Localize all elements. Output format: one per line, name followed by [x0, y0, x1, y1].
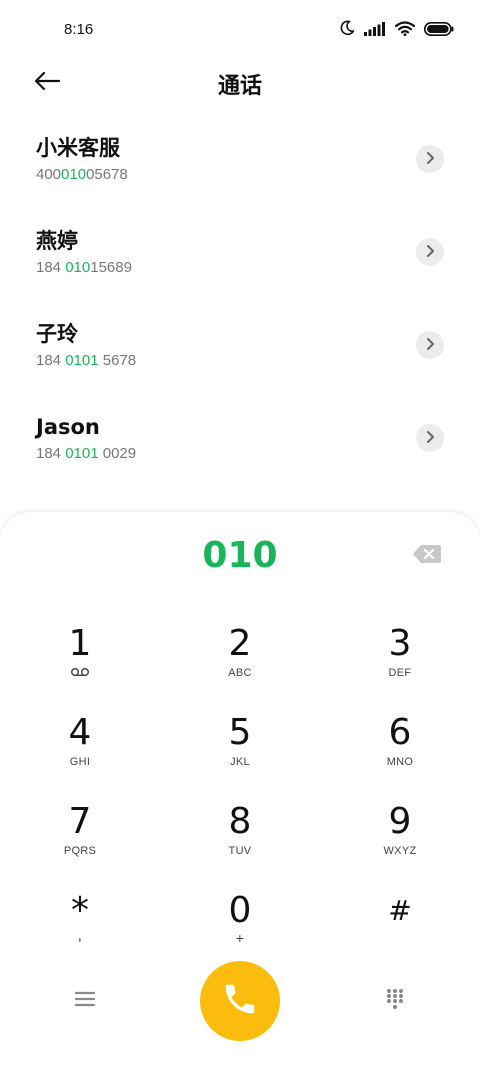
contact-number: 184 0101 0029 — [36, 445, 137, 462]
key-7[interactable]: 7 PQRS — [20, 802, 140, 882]
chevron-right-icon — [425, 429, 435, 448]
dialed-number-display[interactable]: 010 — [0, 532, 480, 580]
dialpad-grid-icon — [385, 988, 405, 1014]
contact-detail-button[interactable] — [416, 424, 444, 452]
dialpad-bottom-bar — [0, 960, 480, 1042]
chevron-right-icon — [425, 336, 435, 355]
contact-name: 燕婷 — [36, 229, 78, 253]
number-match-highlight: 0101 — [65, 445, 99, 462]
contact-item[interactable]: 子玲 184 0101 5678 — [0, 318, 480, 411]
header: 通话 — [0, 62, 480, 104]
wifi-icon — [394, 20, 416, 40]
contact-number: 184 01015689 — [36, 259, 132, 276]
contact-item[interactable]: Jason 184 0101 0029 — [0, 411, 480, 504]
phone-icon — [221, 980, 259, 1022]
key-0[interactable]: 0 + — [180, 891, 300, 971]
key-2[interactable]: 2 ABC — [180, 624, 300, 704]
key-3[interactable]: 3 DEF — [340, 624, 460, 704]
contact-detail-button[interactable] — [416, 145, 444, 173]
backspace-icon — [412, 545, 442, 568]
chevron-right-icon — [425, 243, 435, 262]
voicemail-icon — [70, 668, 90, 680]
contact-list: 小米客服 40001005678 燕婷 184 01015689 子玲 184 … — [0, 132, 480, 504]
page-title: 通话 — [217, 74, 262, 99]
key-star[interactable]: * , — [20, 891, 140, 971]
contact-number: 184 0101 5678 — [36, 352, 137, 369]
key-1[interactable]: 1 — [20, 624, 140, 704]
backspace-button[interactable] — [412, 544, 442, 564]
key-4[interactable]: 4 GHI — [20, 713, 140, 793]
menu-icon — [74, 991, 96, 1011]
key-5[interactable]: 5 JKL — [180, 713, 300, 793]
key-9[interactable]: 9 WXYZ — [340, 802, 460, 882]
battery-icon — [424, 21, 454, 40]
contact-detail-button[interactable] — [416, 331, 444, 359]
signal-icon — [364, 21, 386, 40]
key-6[interactable]: 6 MNO — [340, 713, 460, 793]
dialpad: 010 1 2 ABC 3 DEF 4 GHI 5 JKL 6 MNO 7 PQ… — [0, 512, 480, 1066]
status-icons — [339, 20, 454, 40]
contact-item[interactable]: 燕婷 184 01015689 — [0, 225, 480, 318]
status-bar: 8:16 — [0, 0, 480, 62]
contact-name: 子玲 — [36, 322, 78, 346]
status-time: 8:16 — [64, 21, 94, 38]
call-button[interactable] — [200, 961, 280, 1041]
key-8[interactable]: 8 TUV — [180, 802, 300, 882]
menu-button[interactable] — [68, 984, 102, 1018]
number-match-highlight: 0101 — [65, 352, 99, 369]
number-match-highlight: 010 — [65, 259, 91, 276]
contact-number: 40001005678 — [36, 166, 128, 183]
contact-name: 小米客服 — [36, 136, 120, 160]
chevron-right-icon — [425, 150, 435, 169]
moon-icon — [339, 20, 355, 40]
contact-item[interactable]: 小米客服 40001005678 — [0, 132, 480, 225]
keypad-toggle-button[interactable] — [378, 984, 412, 1018]
contact-detail-button[interactable] — [416, 238, 444, 266]
key-hash[interactable]: # — [340, 891, 460, 971]
contact-name: Jason — [36, 415, 100, 439]
number-match-highlight: 010 — [61, 166, 87, 183]
